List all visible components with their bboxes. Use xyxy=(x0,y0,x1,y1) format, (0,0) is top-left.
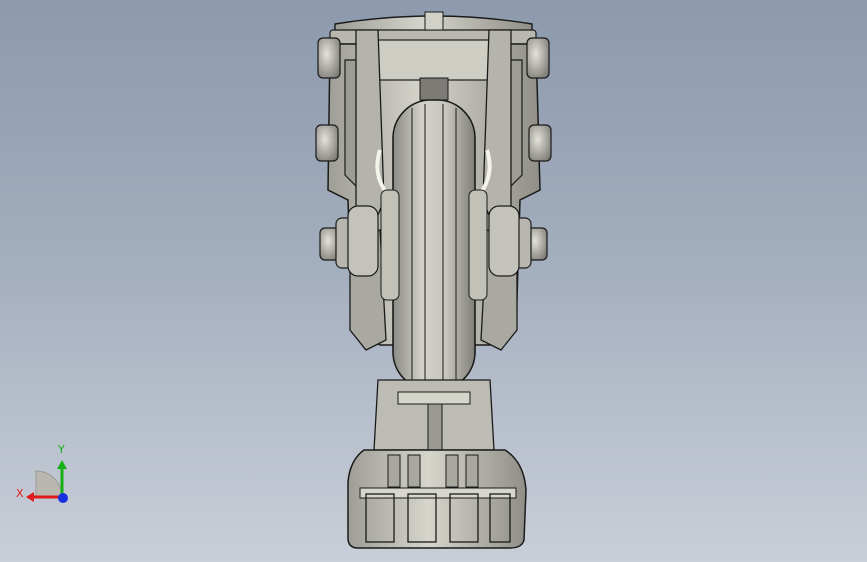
nut-icon xyxy=(526,37,550,79)
caster-wheel-model[interactable] xyxy=(0,0,867,562)
nut-icon xyxy=(528,124,552,162)
x-axis-label: X xyxy=(16,487,24,500)
wheel xyxy=(380,99,488,391)
coordinate-triad-icon xyxy=(26,460,68,503)
brake-pedal-assembly xyxy=(347,379,527,549)
nut-icon xyxy=(317,37,341,79)
y-axis-label: Y xyxy=(58,443,65,456)
graphics-viewport[interactable]: X Y xyxy=(0,0,867,562)
nut-icon xyxy=(315,124,339,162)
